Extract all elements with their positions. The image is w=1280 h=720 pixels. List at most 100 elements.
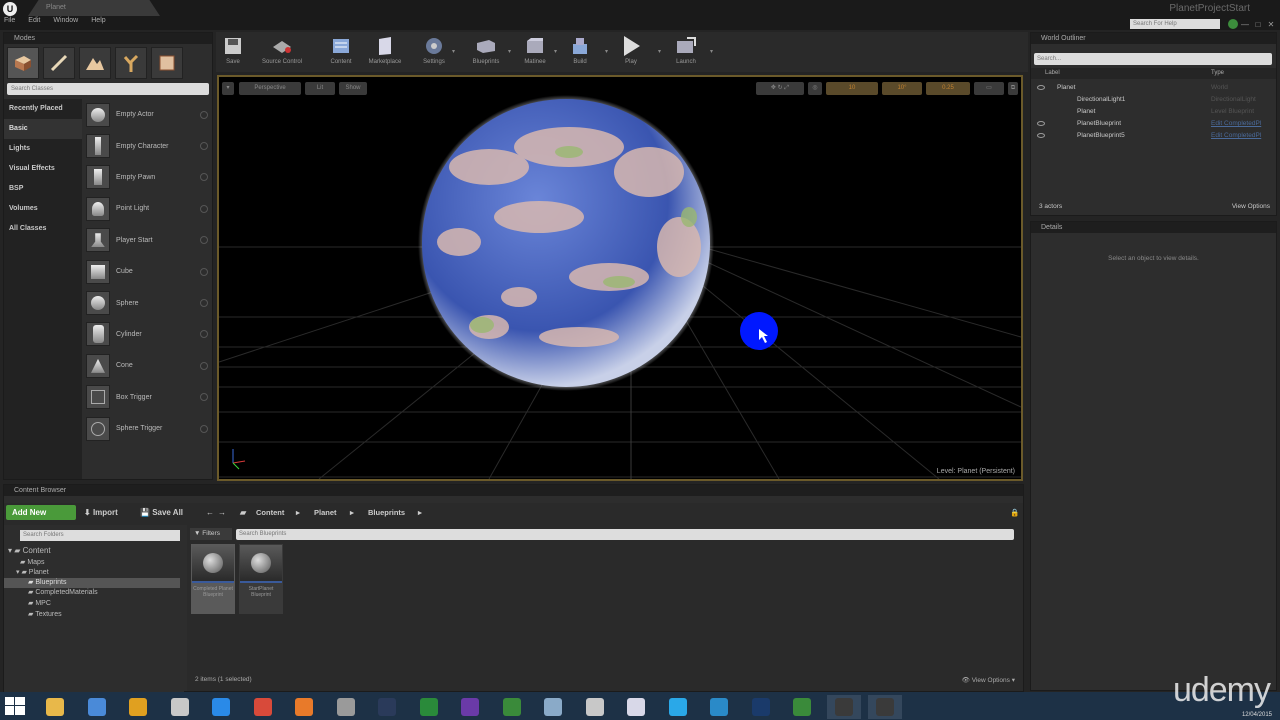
- scale-snap-button[interactable]: 0.25: [926, 82, 970, 95]
- place-mode-icon[interactable]: [7, 47, 39, 79]
- category-all-classes[interactable]: All Classes: [4, 219, 82, 239]
- label-column-header[interactable]: Label: [1045, 70, 1060, 76]
- settings-button[interactable]: Settings: [418, 32, 450, 72]
- info-icon[interactable]: [200, 142, 208, 151]
- marketplace-button[interactable]: Marketplace: [362, 32, 408, 72]
- info-icon[interactable]: [200, 236, 208, 245]
- edit-blueprint-link[interactable]: Edit CompletedPl: [1211, 118, 1261, 130]
- place-item-cylinder[interactable]: Cylinder: [84, 319, 210, 350]
- content-browser-tab[interactable]: Content Browser: [4, 485, 1023, 496]
- outliner-row-planet-level[interactable]: Planet Level Blueprint: [1031, 106, 1276, 118]
- info-icon[interactable]: [200, 173, 208, 182]
- content-button[interactable]: Content: [324, 32, 358, 72]
- media-icon[interactable]: [702, 695, 736, 719]
- category-recently-placed[interactable]: Recently Placed: [4, 99, 82, 119]
- outliner-view-options[interactable]: View Options: [1232, 199, 1270, 214]
- excel-icon[interactable]: [412, 695, 446, 719]
- place-item-empty-pawn[interactable]: Empty Pawn: [84, 162, 210, 193]
- search-help-input[interactable]: Search For Help: [1130, 19, 1220, 29]
- firefox-icon[interactable]: [287, 695, 321, 719]
- breadcrumb-content[interactable]: Content: [256, 506, 284, 519]
- ie-icon[interactable]: [204, 695, 238, 719]
- camera-speed-button[interactable]: ▭: [974, 82, 1004, 95]
- level-tab[interactable]: Planet: [28, 0, 160, 16]
- launch-dropdown-icon[interactable]: ▾: [710, 48, 713, 55]
- settings-dropdown-icon[interactable]: ▾: [452, 48, 455, 55]
- build-button[interactable]: Build: [566, 32, 594, 72]
- visibility-eye-icon[interactable]: [1037, 133, 1045, 138]
- filters-button[interactable]: ▼ Filters: [190, 528, 232, 540]
- outliner-row-planet-blueprint5[interactable]: PlanetBlueprint5 Edit CompletedPl: [1031, 130, 1276, 142]
- source-control-button[interactable]: Source Control: [254, 32, 310, 72]
- history-back-icon[interactable]: ←: [206, 506, 214, 519]
- search-assets-input[interactable]: Search Blueprints: [236, 529, 1014, 540]
- info-icon[interactable]: [200, 267, 208, 276]
- source-control-status-icon[interactable]: [1228, 19, 1238, 29]
- show-button[interactable]: Show: [339, 82, 367, 95]
- category-bsp[interactable]: BSP: [4, 179, 82, 199]
- info-icon[interactable]: [200, 110, 208, 119]
- category-lights[interactable]: Lights: [4, 139, 82, 159]
- minimize-button[interactable]: —: [1240, 20, 1250, 29]
- skype-icon[interactable]: [661, 695, 695, 719]
- place-item-empty-character[interactable]: Empty Character: [84, 130, 210, 161]
- breadcrumb-blueprints[interactable]: Blueprints: [368, 506, 405, 519]
- search-folders-input[interactable]: Search Folders: [20, 530, 180, 541]
- breadcrumb-separator-icon[interactable]: ▸: [350, 506, 354, 519]
- place-item-sphere-trigger[interactable]: Sphere Trigger: [84, 413, 210, 444]
- info-icon[interactable]: [200, 204, 208, 213]
- category-volumes[interactable]: Volumes: [4, 199, 82, 219]
- landscape-mode-icon[interactable]: [79, 47, 111, 79]
- transform-tools[interactable]: ✥ ↻ ⤢: [756, 82, 804, 95]
- place-item-box-trigger[interactable]: Box Trigger: [84, 382, 210, 413]
- modes-tab[interactable]: Modes: [4, 33, 212, 44]
- paint-mode-icon[interactable]: [43, 47, 75, 79]
- asset-view-options[interactable]: 👁 View Options ▾: [962, 676, 1015, 684]
- asset-start-planet-blueprint[interactable]: StartPlanet Blueprint: [239, 544, 283, 614]
- type-column-header[interactable]: Type: [1211, 70, 1224, 76]
- visibility-eye-icon[interactable]: [1037, 85, 1045, 90]
- outliner-row-planet-blueprint[interactable]: PlanetBlueprint Edit CompletedPl: [1031, 118, 1276, 130]
- geometry-mode-icon[interactable]: [151, 47, 183, 79]
- outliner-search-input[interactable]: Search...: [1034, 53, 1272, 65]
- category-visual-effects[interactable]: Visual Effects: [4, 159, 82, 179]
- chrome-canary-icon[interactable]: [121, 695, 155, 719]
- folder-maps[interactable]: ▰ Maps: [20, 558, 44, 568]
- place-item-sphere[interactable]: Sphere: [84, 287, 210, 318]
- breadcrumb-separator-icon[interactable]: ▸: [296, 506, 300, 519]
- level-viewport[interactable]: ▾ Perspective Lit Show ✥ ↻ ⤢ ◎ 10 10° 0.…: [217, 75, 1023, 481]
- visual-studio-icon[interactable]: [453, 695, 487, 719]
- folder-content[interactable]: ▾ ▰ Content: [8, 546, 51, 556]
- category-basic[interactable]: Basic: [4, 119, 82, 139]
- planet-sphere[interactable]: [418, 95, 714, 391]
- paint-icon[interactable]: [619, 695, 653, 719]
- play-dropdown-icon[interactable]: ▾: [658, 48, 661, 55]
- folder-blueprints[interactable]: ▰ Blueprints: [4, 578, 180, 588]
- info-icon[interactable]: [200, 393, 208, 402]
- menu-edit[interactable]: Edit: [28, 17, 40, 29]
- add-new-button[interactable]: Add New: [6, 505, 76, 520]
- folder-mpc[interactable]: ▰ MPC: [28, 599, 51, 609]
- build-dropdown-icon[interactable]: ▾: [605, 48, 608, 55]
- photoshop-icon[interactable]: [744, 695, 778, 719]
- world-outliner-tab[interactable]: World Outliner: [1031, 33, 1276, 44]
- close-button[interactable]: ✕: [1266, 20, 1276, 29]
- maximize-button[interactable]: □: [1253, 20, 1263, 29]
- perspective-button[interactable]: Perspective: [239, 82, 301, 95]
- save-button[interactable]: Save: [220, 32, 246, 72]
- chrome-icon[interactable]: [246, 695, 280, 719]
- app-icon[interactable]: [785, 695, 819, 719]
- folder-icon[interactable]: [329, 695, 363, 719]
- import-button[interactable]: ⬇ Import: [84, 506, 118, 519]
- place-item-player-start[interactable]: Player Start: [84, 225, 210, 256]
- place-item-point-light[interactable]: Point Light: [84, 193, 210, 224]
- outliner-row-planet-world[interactable]: Planet World: [1031, 82, 1276, 94]
- document-icon[interactable]: [578, 695, 612, 719]
- folder-planet[interactable]: ▾ ▰ Planet: [16, 568, 49, 578]
- grid-snap-button[interactable]: 10: [826, 82, 878, 95]
- outliner-row-directional-light[interactable]: DirectionalLight1 DirectionalLight: [1031, 94, 1276, 106]
- monitor-icon[interactable]: [80, 695, 114, 719]
- blueprints-button[interactable]: Blueprints: [466, 32, 506, 72]
- place-item-empty-actor[interactable]: Empty Actor: [84, 99, 210, 130]
- info-icon[interactable]: [200, 330, 208, 339]
